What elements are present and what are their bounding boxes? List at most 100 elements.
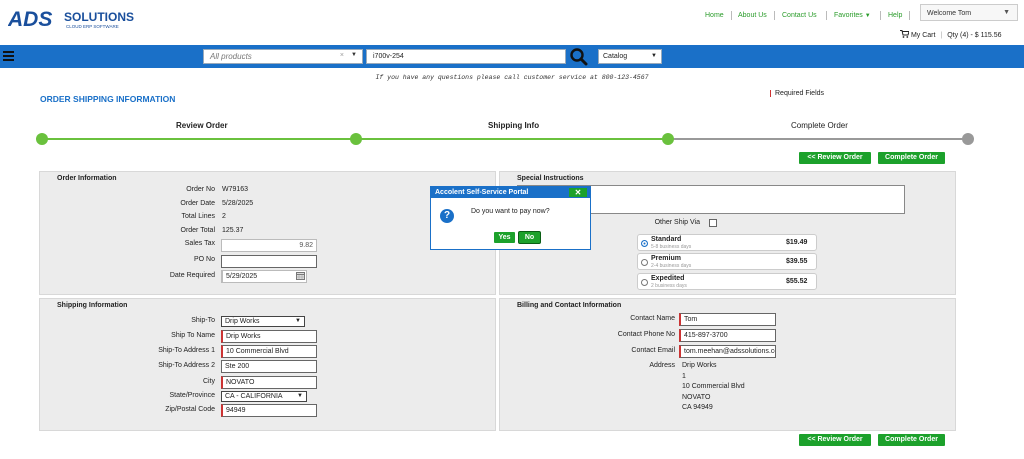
ship-to-address2-input[interactable]: Ste 200 [221,360,317,373]
complete-order-button-top[interactable]: Complete Order [878,152,945,164]
contact-email-input[interactable]: tom.meehan@adssolutions.com [679,345,776,358]
page-title: ORDER SHIPPING INFORMATION [40,94,176,104]
review-order-button-bottom[interactable]: << Review Order [799,434,871,446]
welcome-label: Welcome Tom [927,10,972,17]
order-date-label: Order Date [180,200,215,207]
review-order-button-top[interactable]: << Review Order [799,152,871,164]
chevron-down-icon: ▼ [297,393,303,399]
shipping-radio-expedited[interactable] [641,279,648,286]
dialog-no-button[interactable]: No [519,232,540,243]
date-required-input[interactable]: 5/29/2025 [221,270,307,283]
ads-solutions-logo[interactable]: ADS SOLUTIONS CLOUD ERP SOFTWARE [8,8,168,30]
logo-mark: ADS [8,8,52,30]
welcome-user-dropdown[interactable]: Welcome Tom ▼ [920,4,1018,21]
address-line: 10 Commercial Blvd [682,383,745,390]
chevron-down-icon: ▼ [864,13,871,19]
calendar-icon[interactable] [296,272,305,280]
dialog-yes-button[interactable]: Yes [494,232,515,243]
ship-to-select[interactable]: Drip Works ▼ [221,316,305,327]
step-dot-start [36,133,48,145]
dialog-message: Do you want to pay now? [471,208,550,215]
po-number-input[interactable] [221,255,317,268]
dialog-title-text: Accolent Self-Service Portal [435,189,529,196]
step-complete-order-label: Complete Order [791,121,848,130]
nav-favorites-label: Favorites [834,12,863,19]
po-no-label: PO No [193,256,215,263]
cart-summary[interactable]: My Cart | Qty (4) - $ 115.56 [900,30,1024,39]
order-total-value: 125.37 [222,227,244,234]
contact-phone-input[interactable]: 415-897-3700 [679,329,776,342]
shipping-radio-premium[interactable] [641,259,648,266]
address-line: NOVATO [682,394,711,401]
search-icon[interactable] [567,47,591,66]
city-label: City [202,378,215,385]
order-date-value: 5/28/2025 [222,200,254,207]
state-select[interactable]: CA - CALIFORNIA ▼ [221,391,307,402]
contact-name-input[interactable]: Tom [679,313,776,326]
order-no-value: W79163 [222,186,249,193]
cart-qty-total: Qty (4) - $ 115.56 [947,32,1002,39]
shipping-name: Standard [651,236,682,243]
shipping-days: 5-8 business days [651,244,692,250]
ship-to-label: Ship-To [191,317,215,324]
step-shipping-info-label: Shipping Info [488,121,540,130]
sales-tax-label: Sales Tax [184,240,215,247]
top-header: ADS SOLUTIONS CLOUD ERP SOFTWARE Home Ab… [0,0,1024,42]
billing-contact-title: Billing and Contact Information [517,302,622,309]
nav-divider [826,11,827,20]
shipping-option-premium[interactable]: Premium 2-4 business days $39.55 [637,253,817,270]
step-dot-shipping [662,133,674,145]
product-scope-value: All products [210,52,252,61]
special-instructions-title: Special Instructions [517,175,584,182]
shipping-name: Premium [651,255,681,262]
required-fields-legend: Required Fields [770,90,824,97]
address-line: CA 94949 [682,404,713,411]
address-label: Address [649,362,675,369]
nav-divider [909,11,910,20]
ship-to-name-input[interactable]: Drip Works [221,330,317,343]
search-input[interactable]: i700v-254 [366,49,566,64]
contact-name-label: Contact Name [630,315,675,322]
ship-to-address1-label: Ship-To Address 1 [158,347,215,354]
complete-order-button-bottom[interactable]: Complete Order [878,434,945,446]
close-icon[interactable]: ✕ [569,188,587,197]
hamburger-menu-icon[interactable] [3,51,14,61]
shipping-radio-standard[interactable] [641,240,648,247]
contact-email-label: Contact Email [631,347,675,354]
zip-label: Zip/Postal Code [165,406,215,413]
dialog-title: Accolent Self-Service Portal [431,187,590,198]
total-lines-label: Total Lines [181,213,215,220]
ship-to-address2-label: Ship-To Address 2 [158,362,215,369]
nav-help-link[interactable]: Help [888,12,902,19]
nav-divider [880,11,881,20]
clear-icon[interactable]: × [340,52,344,59]
question-icon: ? [440,209,454,223]
ship-to-address1-input[interactable]: 10 Commercial Blvd [221,345,317,358]
shipping-price: $39.55 [786,258,808,265]
other-ship-via-checkbox[interactable] [709,219,717,227]
city-input[interactable]: NOVATO [221,376,317,389]
shipping-option-standard[interactable]: Standard 5-8 business days $19.49 [637,234,817,251]
nav-home-link[interactable]: Home [705,12,724,19]
catalog-select[interactable]: Catalog ▼ [598,49,662,64]
shipping-days: 2 business days [651,283,687,289]
order-information-title: Order Information [57,175,117,182]
product-scope-select[interactable]: All products × ▼ [203,49,363,64]
step-dot-complete [962,133,974,145]
nav-favorites-link[interactable]: Favorites ▼ [834,12,871,19]
cart-icon [900,30,910,38]
date-required-label: Date Required [169,272,215,279]
other-ship-via-label: Other Ship Via [654,219,700,226]
state-label: State/Province [169,392,215,399]
nav-contact-link[interactable]: Contact Us [782,12,817,19]
cart-divider: | [940,32,943,39]
nav-about-link[interactable]: About Us [738,12,767,19]
ship-to-value: Drip Works [225,318,260,325]
chevron-down-icon: ▼ [1003,9,1010,16]
chevron-down-icon: ▼ [651,53,657,59]
chevron-down-icon: ▼ [295,318,301,324]
step-dot-review [350,133,362,145]
contact-phone-label: Contact Phone No [617,331,675,338]
zip-input[interactable]: 94949 [221,404,317,417]
shipping-option-expedited[interactable]: Expedited 2 business days $55.52 [637,273,817,290]
